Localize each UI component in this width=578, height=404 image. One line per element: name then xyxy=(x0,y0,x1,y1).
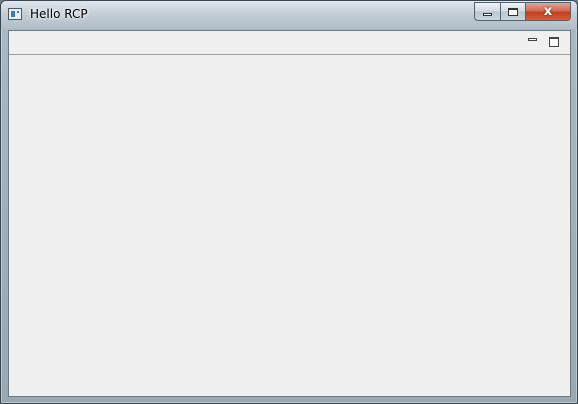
app-icon-pane xyxy=(11,11,15,17)
close-icon: x xyxy=(543,4,553,19)
maximize-icon xyxy=(508,7,518,16)
app-window-icon[interactable] xyxy=(8,8,22,20)
view-content-area[interactable] xyxy=(9,55,570,396)
minimize-icon xyxy=(483,12,492,16)
view-minimize-button[interactable] xyxy=(526,36,538,48)
minimize-icon xyxy=(527,37,537,41)
app-icon-pane-small xyxy=(17,11,19,13)
window-minimize-button[interactable] xyxy=(474,2,500,21)
application-window: Hello RCP x xyxy=(0,0,578,404)
window-title: Hello RCP xyxy=(30,7,88,21)
view-maximize-button[interactable] xyxy=(548,36,560,48)
window-close-button[interactable]: x xyxy=(526,2,571,21)
maximize-icon xyxy=(549,37,559,47)
view-toolbar xyxy=(9,31,570,55)
title-bar[interactable]: Hello RCP x xyxy=(1,1,577,29)
caption-buttons: x xyxy=(474,2,571,22)
window-maximize-button[interactable] xyxy=(500,2,526,21)
workbench-client-area xyxy=(8,30,571,397)
